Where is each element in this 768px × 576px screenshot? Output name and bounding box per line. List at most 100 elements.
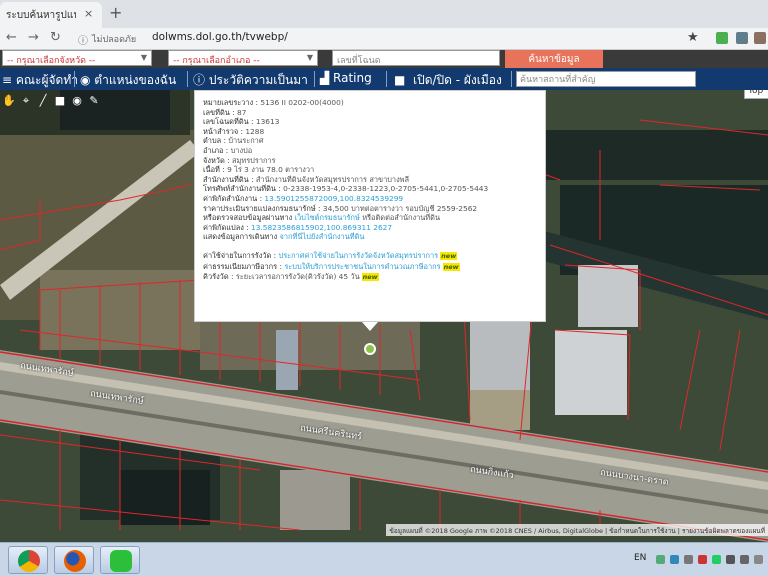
menu-item-town-plan[interactable]: ■ เปิด/ปิด - ผังเมือง [394, 71, 502, 90]
rating-icon: ▟ [320, 71, 334, 85]
info-label: สำนักงานที่ดิน : [203, 174, 254, 184]
popup-pointer [362, 322, 378, 331]
info-row: โทรศัพท์สำนักงานที่ดิน : 0-2338-1953-4,0… [203, 184, 537, 194]
info-row: ค่าธรรมเนียมภาษีอากร : ระบบให้บริการประช… [203, 262, 537, 273]
menu-item-rating[interactable]: ▟ Rating [320, 71, 372, 85]
url-field[interactable]: ⓘ ไม่ปลอดภัย dolwms.dol.go.th/tvwebp/ [74, 30, 674, 48]
tray-icon[interactable] [740, 555, 749, 564]
menu-item-my-location[interactable]: ◉ ตำแหน่งของฉัน [80, 71, 176, 90]
info-row: ค่าพิกัดสำนักงาน : 13.5901255872009,100.… [203, 194, 537, 204]
tray-icon[interactable] [726, 555, 735, 564]
tab-close-icon[interactable]: × [84, 7, 93, 20]
info-value: สมุทรปราการ [229, 155, 276, 165]
group-icon: ≡ [2, 73, 16, 87]
pan-tool-icon[interactable]: ✋ [2, 94, 16, 108]
amphoe-select[interactable]: -- กรุณาเลือกอำเภอ -- ▼ [168, 50, 318, 66]
info-value: 34,500 บาทต่อตารางวา รอบบัญชี 2559-2562 [320, 203, 478, 213]
browser-tab[interactable]: ระบบค้นหารูปแปลงที่ดิน × [0, 2, 102, 28]
parcel-marker-icon[interactable] [364, 343, 376, 355]
menu-item-team[interactable]: ≡ คณะผู้จัดทำ [2, 71, 78, 90]
address-bar: ← → ↻ ⓘ ไม่ปลอดภัย dolwms.dol.go.th/tvwe… [0, 28, 768, 50]
tray-icon[interactable] [684, 555, 693, 564]
info-row: หรือตรวจสอบข้อมูลผ่านทาง เว็บไซต์กรมธนาร… [203, 213, 537, 223]
place-search-input[interactable] [516, 71, 696, 87]
info-value: 87 [234, 107, 247, 117]
info-value: 9 ไร่ 3 งาน 78.0 ตารางวา [224, 165, 315, 175]
info-label: ราคาประเมินรายแปลงกรมธนารักษ์ : [203, 203, 321, 213]
parcel-info-popup: หมายเลขระวาง : 5136 II 0202-00(4000) เลขท… [194, 90, 546, 331]
taskbar-line[interactable] [100, 546, 140, 574]
info-label: หมายเลขระวาง : [203, 98, 259, 107]
taskbar-chrome[interactable] [8, 546, 48, 574]
tray-icon[interactable] [670, 555, 679, 564]
info-label: หน้าสำรวจ : [203, 126, 244, 136]
rectangle-tool-icon[interactable]: ■ [53, 94, 67, 108]
info-link[interactable]: ระบบให้บริการประชาชนในการคำนวณภาษีอากร [282, 262, 440, 271]
firefox-icon [64, 550, 86, 572]
url-text[interactable]: dolwms.dol.go.th/tvwebp/ [152, 31, 288, 43]
info-row: หมายเลขระวาง : 5136 II 0202-00(4000) [203, 98, 537, 108]
tray-icon[interactable] [698, 555, 707, 564]
forward-icon[interactable]: → [28, 30, 39, 45]
new-badge: new [361, 273, 379, 282]
map-attribution: ข้อมูลแผนที่ ©2018 Google ภาพ ©2018 CNES… [386, 524, 768, 536]
my-location-icon: ◉ [80, 73, 95, 87]
info-row: ค่าพิกัดแปลง : 13.5823586815902,100.8693… [203, 223, 537, 233]
info-link[interactable]: จากที่นี่ไปยังสำนักงานที่ดิน [277, 232, 365, 241]
info-label: ค่าใช้จ่ายในการรังวัด : [203, 250, 277, 260]
info-label: ค่าธรรมเนียมภาษีอากร : [203, 261, 282, 271]
new-badge: new [440, 251, 458, 260]
menu-divider [74, 71, 75, 87]
tray-icon[interactable] [712, 555, 721, 564]
history-icon: ⓘ [193, 73, 209, 87]
info-value: 5136 II 0202-00(4000) [258, 98, 344, 107]
extension-icon[interactable] [716, 32, 728, 44]
info-label: คิวรังวัด : [203, 272, 234, 282]
circle-tool-icon[interactable]: ◉ [70, 94, 84, 108]
info-row: จังหวัด : สมุทรปราการ [203, 156, 537, 166]
info-value: ระยะเวลารอการรังวัด(คิวรังวัด) 45 วัน [233, 272, 360, 282]
security-label: ไม่ปลอดภัย [92, 35, 137, 45]
info-label: หรือตรวจสอบข้อมูลผ่านทาง [203, 213, 293, 223]
taskbar: EN [0, 542, 768, 576]
browser-tab-strip: ระบบค้นหารูปแปลงที่ดิน × + [0, 0, 768, 28]
info-value: 1288 [243, 126, 265, 136]
info-link[interactable]: เว็บไซต์กรมธนารักษ์ [292, 213, 360, 222]
bookmark-star-icon[interactable]: ★ [687, 30, 699, 45]
taskbar-firefox[interactable] [54, 546, 94, 574]
map-type-button[interactable]: Top [744, 90, 768, 99]
info-link[interactable]: ประกาศค่าใช้จ่ายในการรังวัดจังหวัดสมุทรป… [276, 251, 439, 260]
tray-icon[interactable] [754, 555, 763, 564]
info-value: สำนักงานที่ดินจังหวัดสมุทรปราการ สาขาบาง… [253, 174, 410, 184]
menu-item-history[interactable]: ⓘ ประวัติความเป็นมา [193, 71, 308, 90]
info-label: เลขโฉนดที่ดิน : [203, 117, 254, 127]
info-value: บางบ่อ [228, 145, 253, 155]
reload-icon[interactable]: ↻ [50, 30, 61, 45]
language-indicator[interactable]: EN [634, 553, 646, 563]
info-label: ค่าพิกัดสำนักงาน : [203, 193, 263, 203]
info-row: ค่าใช้จ่ายในการรังวัด : ประกาศค่าใช้จ่าย… [203, 251, 537, 262]
info-label: โทรศัพท์สำนักงานที่ดิน : [203, 184, 281, 194]
extension-icon[interactable] [736, 32, 748, 44]
info-row: สำนักงานที่ดิน : สำนักงานที่ดินจังหวัดสม… [203, 175, 537, 185]
info-label: เลขที่ดิน : [203, 107, 235, 117]
new-tab-button[interactable]: + [109, 3, 122, 22]
menu-divider [386, 71, 387, 87]
info-value: บ้านระกาศ [226, 136, 264, 146]
info-row: เลขโฉนดที่ดิน : 13613 [203, 117, 537, 127]
info-icon[interactable]: ⓘ [78, 32, 88, 47]
extension-icon[interactable] [754, 32, 766, 44]
info-link[interactable]: 13.5823586815902,100.869311 2627 [249, 223, 392, 232]
province-select[interactable]: -- กรุณาเลือกจังหวัด -- ▼ [2, 50, 152, 66]
search-button[interactable]: ค้นหาข้อมูล [505, 50, 603, 68]
info-link[interactable]: 13.5901255872009,100.8324539299 [262, 194, 403, 203]
parcel-input[interactable]: เลขที่โฉนด [332, 50, 500, 66]
info-label: ค่าพิกัดแปลง : [203, 222, 249, 232]
info-suffix: หรือติดต่อสำนักงานที่ดิน [359, 213, 441, 223]
pin-tool-icon[interactable]: ⌖ [19, 94, 33, 108]
line-tool-icon[interactable]: ╱ [36, 94, 50, 108]
tray-icon[interactable] [656, 555, 665, 564]
back-icon[interactable]: ← [6, 30, 17, 45]
edit-tool-icon[interactable]: ✎ [87, 94, 101, 108]
info-label: แสดงข้อมูลการเดินทาง [203, 232, 278, 242]
